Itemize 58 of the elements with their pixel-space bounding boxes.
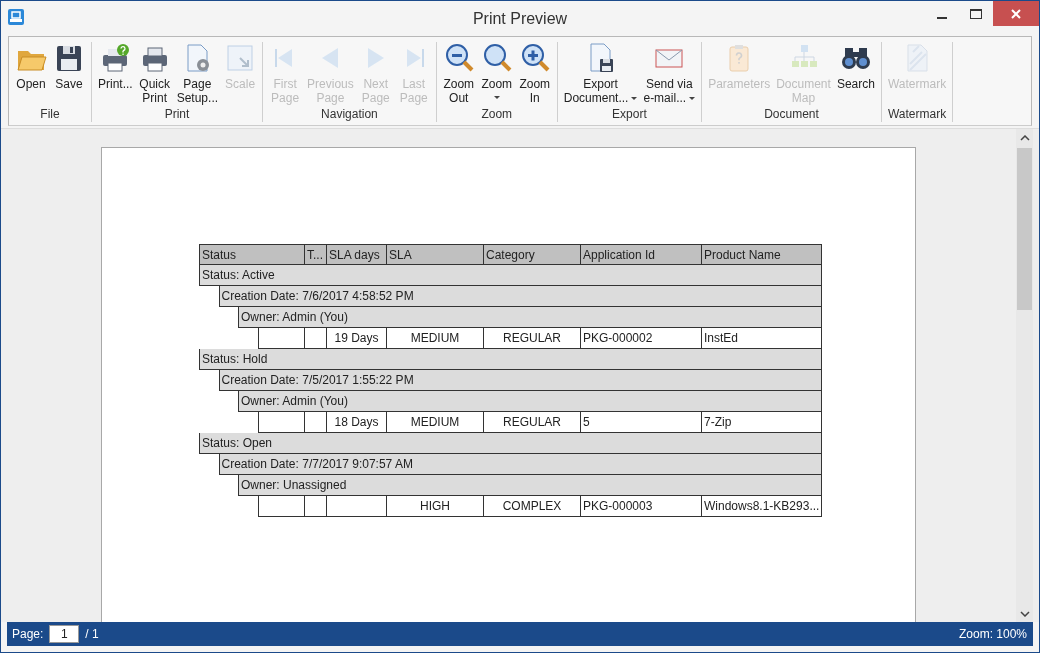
ribbon-button[interactable]: Export Document... xyxy=(560,42,641,107)
column-header: Category xyxy=(483,244,580,265)
scroll-down-icon[interactable] xyxy=(1019,610,1030,617)
column-header: T... xyxy=(304,244,326,265)
scroll-up-icon[interactable] xyxy=(1019,134,1030,141)
ribbon-button[interactable]: Search xyxy=(833,42,878,107)
group-header-row: Creation Date: 7/5/2017 1:55:22 PM xyxy=(218,370,822,391)
dropdown-caret-icon xyxy=(493,96,500,99)
table-cell xyxy=(304,496,326,517)
column-header: Application Id xyxy=(580,244,701,265)
vertical-scrollbar[interactable] xyxy=(1016,129,1033,622)
group-header-row: Owner: Unassigned xyxy=(238,475,822,496)
ribbon-button[interactable]: Send via e-mail... xyxy=(640,42,699,107)
column-header: Product Name xyxy=(701,244,822,265)
group-header-row: Status: Hold xyxy=(199,349,822,370)
maximize-icon xyxy=(970,8,982,19)
group-label: Zoom xyxy=(481,107,513,122)
column-header: SLA days xyxy=(326,244,386,265)
dropdown-caret-icon xyxy=(689,97,696,101)
ribbon-button[interactable]: Zoom Out xyxy=(439,42,478,107)
page-number-field[interactable]: 1 xyxy=(49,625,80,643)
group-label: File xyxy=(40,107,60,122)
table-cell: HIGH xyxy=(386,496,483,517)
group-label: Print xyxy=(164,107,190,122)
group-header-row: Status: Active xyxy=(199,265,822,286)
group-label: Navigation xyxy=(321,107,378,122)
column-header: SLA xyxy=(386,244,483,265)
page-total: / 1 xyxy=(85,627,99,641)
table-cell xyxy=(326,496,386,517)
close-button[interactable] xyxy=(993,1,1039,26)
group-header-row: Status: Open xyxy=(199,433,822,454)
minimize-icon xyxy=(937,16,947,19)
table-cell: COMPLEX xyxy=(483,496,580,517)
column-header: Status xyxy=(199,244,304,265)
group-label: Watermark xyxy=(887,107,947,122)
table-cell: Windows8.1-KB293... xyxy=(701,496,822,517)
page-label: Page: xyxy=(12,627,44,641)
close-icon xyxy=(1011,8,1021,19)
group-header-row: Owner: Admin (You) xyxy=(238,307,822,328)
ribbon-button[interactable]: Zoom In xyxy=(515,42,554,107)
ribbon-button[interactable]: Page Setup... xyxy=(173,42,222,107)
app-icon xyxy=(8,9,24,25)
scrollbar-thumb[interactable] xyxy=(1017,148,1032,310)
table-cell: PKG-000003 xyxy=(580,496,701,517)
group-header-row: Creation Date: 7/7/2017 9:07:57 AM xyxy=(218,454,822,475)
ribbon-button[interactable]: Zoom xyxy=(477,42,516,107)
ribbon-button[interactable]: Save xyxy=(50,42,88,107)
ribbon-button[interactable]: Quick Print xyxy=(135,42,174,107)
group-header-row: Creation Date: 7/6/2017 4:58:52 PM xyxy=(218,286,822,307)
table-cell xyxy=(257,496,304,517)
zoom-level: Zoom: 100% xyxy=(958,627,1027,641)
group-header-row: Owner: Admin (You) xyxy=(238,391,822,412)
group-label: Document xyxy=(764,107,819,122)
group-label: Export xyxy=(612,107,647,122)
ribbon-button[interactable]: Print... xyxy=(95,42,136,107)
window-title: Print Preview xyxy=(472,10,568,27)
dropdown-caret-icon xyxy=(631,97,638,101)
ribbon-button[interactable]: Open xyxy=(12,42,50,107)
